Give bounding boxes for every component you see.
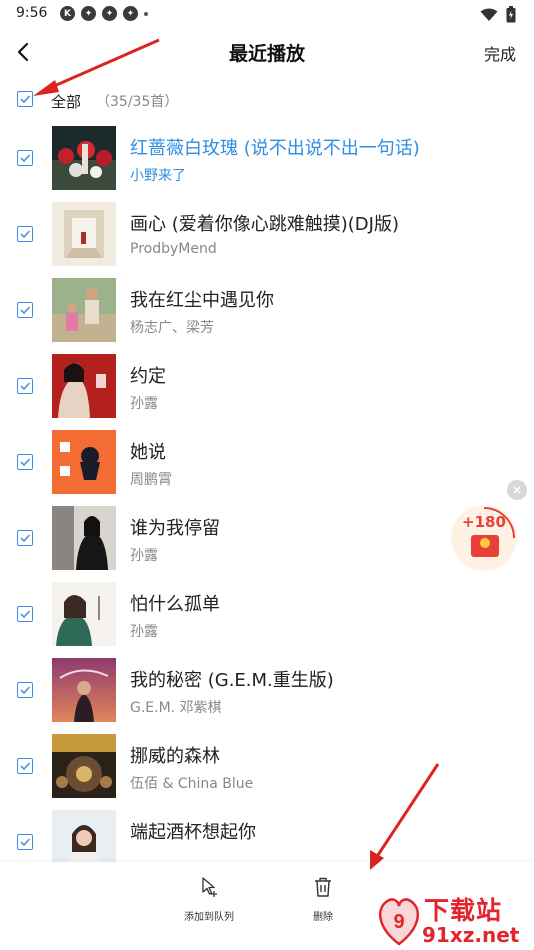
- reward-widget[interactable]: +180: [451, 505, 517, 571]
- song-row[interactable]: 我在红尘中遇见你 杨志广、梁芳: [0, 272, 534, 348]
- song-artist: 孙露: [130, 624, 158, 640]
- song-artist: G.E.M. 邓紫棋: [130, 700, 222, 716]
- check-icon: [20, 230, 31, 239]
- song-title: 怕什么孤单: [130, 594, 220, 615]
- more-notifications-dot-icon: [144, 12, 148, 16]
- reward-amount: +180: [462, 513, 506, 531]
- song-checkbox[interactable]: [17, 150, 33, 166]
- check-icon: [20, 458, 31, 467]
- status-notification-icons: K ✦ ✦ ✦: [60, 6, 148, 21]
- check-icon: [20, 610, 31, 619]
- album-cover: [52, 506, 116, 570]
- album-cover: [52, 278, 116, 342]
- k-app-icon: K: [60, 6, 75, 21]
- battery-icon: [506, 6, 516, 23]
- watermark-text: 下载站: [424, 896, 503, 925]
- done-button[interactable]: 完成: [484, 41, 516, 65]
- check-icon: [20, 306, 31, 315]
- status-system-icons: [480, 6, 516, 23]
- close-icon: [513, 486, 521, 494]
- song-row[interactable]: 怕什么孤单 孙露: [0, 576, 534, 652]
- song-artist: 杨志广、梁芳: [130, 320, 214, 336]
- check-icon: [20, 686, 31, 695]
- song-checkbox[interactable]: [17, 302, 33, 318]
- annotation-arrow-top: [33, 38, 160, 96]
- song-title: 挪威的森林: [130, 746, 220, 767]
- song-artist: ProdbyMend: [130, 241, 217, 257]
- song-artist: 伍佰 & China Blue: [130, 776, 254, 792]
- delete-button[interactable]: 删除: [283, 876, 363, 923]
- song-checkbox[interactable]: [17, 378, 33, 394]
- wifi-icon: [480, 8, 498, 21]
- song-artist: 孙露: [130, 396, 158, 412]
- pinwheel-icon: ✦: [81, 6, 96, 21]
- song-checkbox[interactable]: [17, 606, 33, 622]
- song-checkbox[interactable]: [17, 682, 33, 698]
- album-cover: [52, 582, 116, 646]
- song-title: 约定: [130, 366, 166, 387]
- red-packet-icon: [471, 535, 499, 557]
- song-row[interactable]: 她说 周鹏霄: [0, 424, 534, 500]
- cursor-plus-icon: [202, 877, 217, 897]
- status-time: 9:56: [16, 5, 48, 21]
- song-checkbox[interactable]: [17, 758, 33, 774]
- check-icon: [20, 154, 31, 163]
- watermark-heart-icon: 9: [378, 898, 420, 946]
- pinwheel-icon: ✦: [123, 6, 138, 21]
- watermark-url: 91xz.net: [422, 923, 520, 947]
- song-title: 红蔷薇白玫瑰 (说不出说不出一句话): [130, 138, 420, 159]
- check-icon: [20, 382, 31, 391]
- annotation-arrow-bottom: [370, 763, 440, 870]
- song-title: 我在红尘中遇见你: [130, 290, 274, 311]
- reward-close-button[interactable]: [507, 480, 527, 500]
- album-cover: [52, 430, 116, 494]
- song-checkbox[interactable]: [17, 834, 33, 850]
- trash-icon: [315, 877, 331, 897]
- check-icon: [20, 838, 31, 847]
- pinwheel-icon: ✦: [102, 6, 117, 21]
- song-artist: 小野来了: [130, 168, 186, 184]
- song-title: 她说: [130, 442, 166, 463]
- song-checkbox[interactable]: [17, 530, 33, 546]
- album-cover: [52, 354, 116, 418]
- check-icon: [20, 762, 31, 771]
- song-checkbox[interactable]: [17, 226, 33, 242]
- status-bar: 9:56 K ✦ ✦ ✦: [0, 0, 534, 28]
- album-cover: [52, 126, 116, 190]
- delete-label: 删除: [313, 912, 333, 923]
- song-title: 端起酒杯想起你: [130, 822, 256, 843]
- song-artist: 周鹏霄: [130, 472, 172, 488]
- song-row[interactable]: 画心 (爱着你像心跳难触摸)(DJ版) ProdbyMend: [0, 196, 534, 272]
- song-title: 我的秘密 (G.E.M.重生版): [130, 670, 334, 691]
- song-row[interactable]: 我的秘密 (G.E.M.重生版) G.E.M. 邓紫棋: [0, 652, 534, 728]
- album-cover: [52, 202, 116, 266]
- song-artist: 孙露: [130, 548, 158, 564]
- song-row[interactable]: 红蔷薇白玫瑰 (说不出说不出一句话) 小野来了: [0, 120, 534, 196]
- song-checkbox[interactable]: [17, 454, 33, 470]
- album-cover: [52, 658, 116, 722]
- check-icon: [20, 534, 31, 543]
- album-cover: [52, 734, 116, 798]
- song-row[interactable]: 挪威的森林 伍佰 & China Blue: [0, 728, 534, 804]
- watermark-logo: 9 下载站 91xz.net: [374, 888, 534, 950]
- add-to-queue-label: 添加到队列: [184, 912, 234, 923]
- song-title: 谁为我停留: [130, 518, 220, 539]
- song-title: 画心 (爱着你像心跳难触摸)(DJ版): [130, 214, 399, 235]
- song-row[interactable]: 约定 孙露: [0, 348, 534, 424]
- add-to-queue-button[interactable]: 添加到队列: [169, 876, 249, 923]
- svg-text:9: 9: [393, 911, 404, 933]
